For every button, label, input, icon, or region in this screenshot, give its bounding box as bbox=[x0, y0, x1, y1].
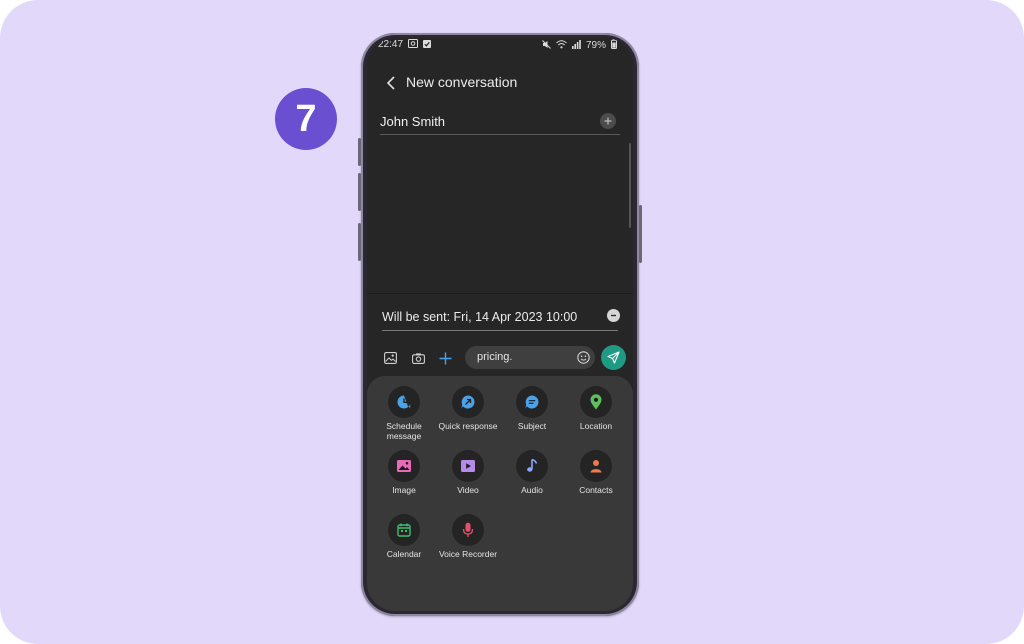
app-bar: New conversation bbox=[367, 68, 633, 98]
attach-icon-wrap bbox=[388, 450, 420, 482]
recipient-chip[interactable]: John Smith bbox=[380, 114, 445, 129]
emoji-button[interactable] bbox=[575, 349, 591, 365]
attach-label: Image bbox=[392, 485, 416, 495]
attach-label: Video bbox=[457, 485, 479, 495]
video-icon bbox=[461, 460, 475, 472]
attach-label: Location bbox=[579, 421, 613, 431]
schedule-text: Will be sent: Fri, 14 Apr 2023 10:00 bbox=[382, 310, 578, 324]
page-title: New conversation bbox=[406, 74, 518, 90]
attach-quick-response[interactable]: Quick response bbox=[436, 386, 500, 431]
attach-label: Contacts bbox=[579, 485, 613, 495]
attach-image[interactable]: Image bbox=[372, 450, 436, 495]
message-input[interactable]: pricing. bbox=[465, 346, 595, 369]
phone-side-button bbox=[639, 205, 642, 263]
attach-location[interactable]: Location bbox=[564, 386, 628, 431]
attach-schedule-message[interactable]: Schedule message bbox=[372, 386, 436, 441]
gallery-icon bbox=[383, 352, 397, 364]
emoji-icon bbox=[576, 350, 590, 364]
music-note-icon bbox=[527, 458, 538, 472]
attach-label: Voice Recorder bbox=[438, 549, 498, 559]
battery-icon bbox=[611, 39, 617, 51]
camera-button[interactable] bbox=[408, 348, 428, 368]
chevron-left-icon bbox=[386, 76, 395, 90]
attach-label: Calendar bbox=[386, 549, 422, 559]
clock-icon bbox=[397, 395, 411, 409]
attach-label: Schedule message bbox=[386, 421, 422, 441]
gallery-button[interactable] bbox=[380, 348, 400, 368]
add-attachment-button[interactable] bbox=[435, 348, 455, 368]
schedule-banner: Will be sent: Fri, 14 Apr 2023 10:00 bbox=[382, 306, 620, 331]
attach-icon-wrap bbox=[388, 514, 420, 546]
plus-icon bbox=[439, 352, 451, 364]
attach-icon-wrap bbox=[452, 386, 484, 418]
attach-icon-wrap bbox=[516, 386, 548, 418]
recipient-field[interactable]: John Smith bbox=[380, 110, 620, 135]
tutorial-card: 7 22:47 79% New conversation John Smith … bbox=[0, 0, 1024, 644]
attach-subject[interactable]: Subject bbox=[500, 386, 564, 431]
attach-calendar[interactable]: Calendar bbox=[372, 514, 436, 559]
attach-icon-wrap bbox=[388, 386, 420, 418]
contact-icon bbox=[590, 460, 602, 473]
phone-frame: 22:47 79% New conversation John Smith Wi… bbox=[358, 33, 642, 616]
mute-icon bbox=[542, 39, 551, 51]
minus-icon bbox=[611, 314, 616, 317]
phone-side-button bbox=[358, 173, 361, 211]
attach-label: Audio bbox=[521, 485, 543, 495]
status-time: 22:47 bbox=[378, 39, 404, 50]
battery-percent: 79% bbox=[585, 39, 606, 51]
attach-icon-wrap bbox=[452, 514, 484, 546]
compose-bar: pricing. bbox=[367, 344, 633, 372]
send-icon bbox=[607, 351, 620, 364]
attach-icon-wrap bbox=[516, 450, 548, 482]
back-button[interactable] bbox=[381, 72, 401, 94]
attach-video[interactable]: Video bbox=[436, 450, 500, 495]
quick-response-icon bbox=[461, 395, 475, 409]
message-text: pricing. bbox=[477, 351, 513, 363]
attach-icon-wrap bbox=[580, 450, 612, 482]
scrollbar[interactable] bbox=[629, 143, 631, 228]
send-button[interactable] bbox=[601, 345, 626, 370]
screenshot-icon bbox=[408, 39, 419, 50]
image-icon bbox=[397, 460, 411, 472]
check-notification-icon bbox=[423, 39, 432, 50]
phone-side-button bbox=[358, 223, 361, 261]
signal-icon bbox=[571, 39, 581, 51]
attach-label: Quick response bbox=[438, 421, 498, 431]
attach-audio[interactable]: Audio bbox=[500, 450, 564, 495]
calendar-icon bbox=[397, 523, 411, 537]
subject-icon bbox=[525, 395, 539, 409]
attachment-panel: Schedule message Quick response Subject bbox=[367, 376, 633, 611]
location-pin-icon bbox=[590, 394, 602, 410]
phone-screen: 22:47 79% New conversation John Smith Wi… bbox=[367, 38, 633, 611]
microphone-icon bbox=[462, 522, 474, 537]
add-recipient-button[interactable] bbox=[600, 113, 616, 129]
camera-icon bbox=[411, 352, 425, 364]
divider bbox=[367, 293, 633, 294]
status-bar: 22:47 79% bbox=[367, 38, 633, 54]
attach-contacts[interactable]: Contacts bbox=[564, 450, 628, 495]
attach-icon-wrap bbox=[452, 450, 484, 482]
attach-label: Subject bbox=[517, 421, 547, 431]
attach-voice-recorder[interactable]: Voice Recorder bbox=[436, 514, 500, 559]
phone-side-button bbox=[358, 138, 361, 166]
remove-schedule-button[interactable] bbox=[607, 309, 620, 322]
wifi-icon bbox=[556, 39, 567, 51]
plus-icon bbox=[604, 117, 612, 125]
step-number-badge: 7 bbox=[275, 88, 337, 150]
attach-icon-wrap bbox=[580, 386, 612, 418]
